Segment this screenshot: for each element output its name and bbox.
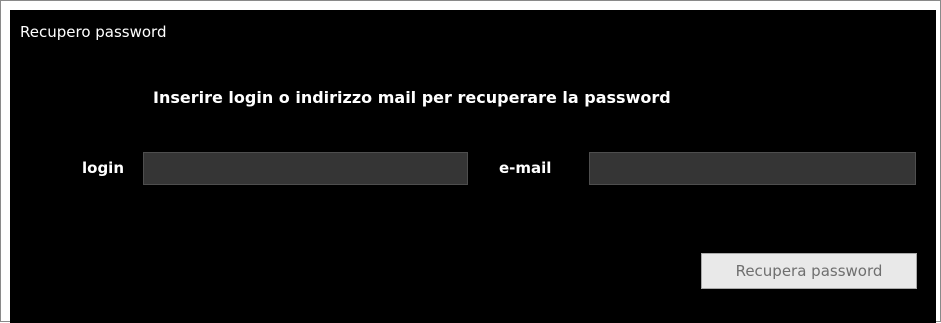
panel-title: Recupero password xyxy=(20,23,167,41)
login-input[interactable] xyxy=(143,152,468,185)
email-label: e-mail xyxy=(499,159,552,177)
email-input[interactable] xyxy=(589,152,916,185)
login-label: login xyxy=(82,159,125,177)
recover-password-button[interactable]: Recupera password xyxy=(701,253,917,289)
page-frame: Recupero password Inserire login o indir… xyxy=(0,0,941,323)
instructions-text: Inserire login o indirizzo mail per recu… xyxy=(153,88,671,107)
password-recovery-panel: Recupero password Inserire login o indir… xyxy=(10,10,936,323)
